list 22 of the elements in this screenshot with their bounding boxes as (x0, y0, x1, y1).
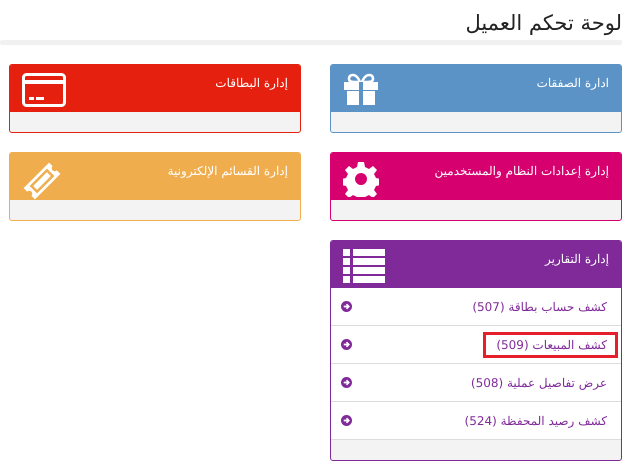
report-link[interactable]: كشف المبيعات (509) (483, 332, 618, 358)
arrow-circle-icon (341, 339, 352, 350)
card-title: إدارة التقارير (544, 252, 609, 266)
report-link[interactable]: كشف حساب بطاقة (507) (459, 294, 618, 320)
dashboard-card[interactable]: إدارة البطاقات (9, 64, 301, 133)
report-link[interactable]: عرض تفاصيل عملية (508) (458, 370, 618, 396)
list-icon (343, 249, 385, 283)
card-title: ادارة الصفقات (536, 76, 609, 90)
arrow-circle-icon (341, 301, 352, 312)
report-link[interactable]: كشف رصيد المحفظة (524) (452, 408, 618, 434)
dashboard-card[interactable]: إدارة التقارير كشف حساب بطاقة (507) كشف المبيعات (509) عرض تفاصيل عملية (508) كشف رصيد المحفظة (524) (330, 240, 622, 461)
arrow-circle-icon (341, 377, 352, 388)
page-title: لوحة تحكم العميل (464, 10, 622, 38)
ticket-icon (22, 161, 62, 201)
card-title: إدارة البطاقات (215, 76, 288, 90)
gear-icon (343, 161, 379, 197)
credit-card-icon (22, 73, 66, 107)
arrow-circle-icon (341, 415, 352, 426)
card-title: إدارة إعدادات النظام والمستخدمين (434, 164, 609, 178)
card-title: إدارة القسائم الإلكترونية (168, 164, 288, 178)
dashboard-card[interactable]: إدارة إعدادات النظام والمستخدمين (330, 152, 622, 221)
gift-icon (343, 73, 379, 105)
